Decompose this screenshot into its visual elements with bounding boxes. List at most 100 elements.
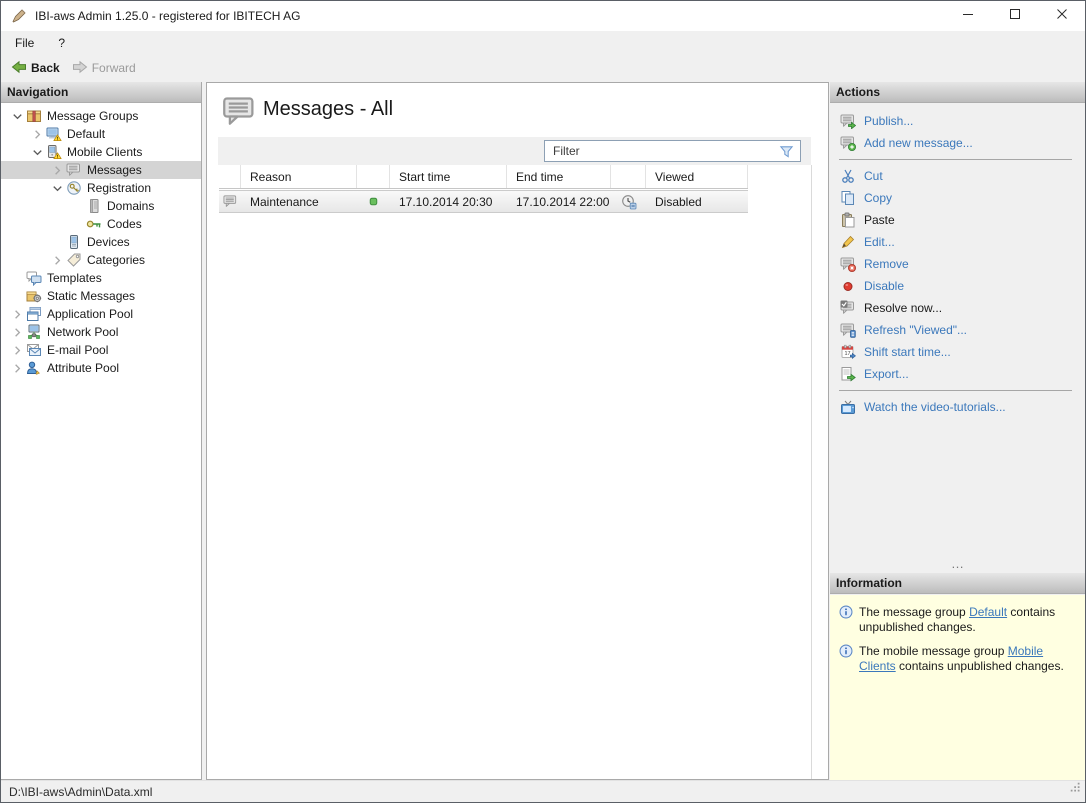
- cut-icon: [840, 168, 856, 184]
- tree-item-mobile-clients[interactable]: Mobile Clients: [1, 143, 201, 161]
- back-button[interactable]: Back: [5, 57, 66, 80]
- forward-icon: [72, 59, 88, 78]
- tree-item-registration[interactable]: Registration: [1, 179, 201, 197]
- tree-item-messages[interactable]: Messages: [1, 161, 201, 179]
- forward-button[interactable]: Forward: [66, 57, 142, 80]
- tree-item-categories[interactable]: Categories: [1, 251, 201, 269]
- menu-help[interactable]: ?: [48, 33, 75, 53]
- tree-item-attribute-pool[interactable]: Attribute Pool: [1, 359, 201, 377]
- mobile-clients-icon: [46, 144, 64, 160]
- application-pool-icon: [26, 306, 44, 322]
- panel-splitter[interactable]: …: [830, 559, 1086, 569]
- column-header-viewed[interactable]: Viewed: [646, 165, 748, 188]
- table-row[interactable]: Maintenance17.10.2014 20:3017.10.2014 22…: [219, 190, 748, 213]
- chevron-placeholder: [69, 216, 86, 232]
- tree-item-devices[interactable]: Devices: [1, 233, 201, 251]
- main-content-panel: Messages - All Filter ReasonStart timeEn…: [206, 82, 829, 780]
- categories-icon: [66, 252, 84, 268]
- column-header-icon[interactable]: [357, 165, 390, 188]
- chevron-right-icon[interactable]: [9, 306, 26, 322]
- tree-item-codes[interactable]: Codes: [1, 215, 201, 233]
- app-icon: [11, 8, 27, 24]
- chevron-down-icon[interactable]: [29, 144, 46, 160]
- publish-icon: [840, 113, 856, 129]
- maximize-button[interactable]: [991, 1, 1038, 31]
- action-copy[interactable]: Copy: [830, 187, 1086, 209]
- action-label: Refresh "Viewed"...: [864, 323, 967, 337]
- action-export[interactable]: Export...: [830, 363, 1086, 385]
- action-label: Remove: [864, 257, 909, 271]
- tree-item-static-messages[interactable]: Static Messages: [1, 287, 201, 305]
- chevron-right-icon[interactable]: [49, 162, 66, 178]
- actions-separator: [839, 159, 1072, 160]
- chevron-right-icon[interactable]: [49, 252, 66, 268]
- chevron-right-icon[interactable]: [29, 126, 46, 142]
- information-panel: The message group Default contains unpub…: [830, 595, 1086, 780]
- chevron-right-icon[interactable]: [9, 360, 26, 376]
- column-header-start-time[interactable]: Start time: [390, 165, 507, 188]
- tree-item-label: Default: [67, 127, 105, 141]
- close-button[interactable]: [1038, 1, 1085, 31]
- chevron-down-icon[interactable]: [49, 180, 66, 196]
- row-status-cell: [357, 191, 390, 212]
- tree-item-application-pool[interactable]: Application Pool: [1, 305, 201, 323]
- action-paste: Paste: [830, 209, 1086, 231]
- tree-item-default[interactable]: Default: [1, 125, 201, 143]
- static-messages-icon: [26, 288, 44, 304]
- messages-title-icon: [222, 94, 258, 135]
- info-link-default[interactable]: Default: [969, 605, 1007, 619]
- minimize-button[interactable]: [944, 1, 991, 31]
- column-header-icon[interactable]: [219, 165, 241, 188]
- action-remove[interactable]: Remove: [830, 253, 1086, 275]
- chevron-right-icon[interactable]: [9, 324, 26, 340]
- resize-grip-icon[interactable]: [1069, 781, 1083, 800]
- tree-item-message-groups[interactable]: Message Groups: [1, 107, 201, 125]
- tree-item-label: Application Pool: [47, 307, 133, 321]
- refresh-viewed-icon: [840, 322, 856, 338]
- action-cut[interactable]: Cut: [830, 165, 1086, 187]
- paste-icon: [840, 212, 856, 228]
- tree-item-network-pool[interactable]: Network Pool: [1, 323, 201, 341]
- action-edit[interactable]: Edit...: [830, 231, 1086, 253]
- action-shift-start-time[interactable]: 17Shift start time...: [830, 341, 1086, 363]
- tree-item-label: Codes: [107, 217, 142, 231]
- action-label: Watch the video-tutorials...: [864, 400, 1006, 414]
- viewed-clock-icon: [621, 194, 637, 210]
- cell-end: 17.10.2014 22:00: [507, 191, 611, 212]
- attribute-pool-icon: [26, 360, 44, 376]
- tree-item-label: Domains: [107, 199, 154, 213]
- active-status-icon: [366, 194, 381, 209]
- navigation-tree: Message Groups Default Mobile Clients Messa…: [1, 103, 201, 377]
- tree-item-label: Network Pool: [47, 325, 118, 339]
- tree-item-label: Templates: [47, 271, 102, 285]
- column-header-reason[interactable]: Reason: [241, 165, 357, 188]
- chevron-down-icon[interactable]: [9, 108, 26, 124]
- filter-input[interactable]: Filter: [544, 140, 801, 162]
- info-text: The mobile message group Mobile Clients …: [859, 644, 1077, 674]
- action-refresh-viewed[interactable]: Refresh "Viewed"...: [830, 319, 1086, 341]
- cell-reason: Maintenance: [241, 191, 357, 212]
- minimize-icon: [960, 6, 976, 27]
- right-panel: Actions Publish...Add new message...CutC…: [830, 82, 1086, 780]
- action-add-new-message[interactable]: Add new message...: [830, 132, 1086, 154]
- column-header-end-time[interactable]: End time: [507, 165, 611, 188]
- action-disable[interactable]: Disable: [830, 275, 1086, 297]
- tree-item-templates[interactable]: Templates: [1, 269, 201, 287]
- tree-item-label: Mobile Clients: [67, 145, 142, 159]
- action-watch-the-video-tutorials[interactable]: Watch the video-tutorials...: [830, 396, 1086, 418]
- action-publish[interactable]: Publish...: [830, 110, 1086, 132]
- chevron-placeholder: [9, 270, 26, 286]
- title-bar: IBI-aws Admin 1.25.0 - registered for IB…: [1, 1, 1085, 31]
- tree-item-domains[interactable]: Domains: [1, 197, 201, 215]
- action-label: Resolve now...: [864, 301, 942, 315]
- info-link-mobile-clients[interactable]: Mobile Clients: [859, 644, 1043, 673]
- chevron-placeholder: [69, 198, 86, 214]
- tree-item-label: Categories: [87, 253, 145, 267]
- tree-item-e-mail-pool[interactable]: E-mail Pool: [1, 341, 201, 359]
- chevron-right-icon[interactable]: [9, 342, 26, 358]
- filter-funnel-icon[interactable]: [779, 144, 794, 159]
- menu-file[interactable]: File: [5, 33, 44, 53]
- row-type-cell: [219, 191, 241, 212]
- info-item: The mobile message group Mobile Clients …: [839, 644, 1078, 674]
- column-header-icon[interactable]: [611, 165, 646, 188]
